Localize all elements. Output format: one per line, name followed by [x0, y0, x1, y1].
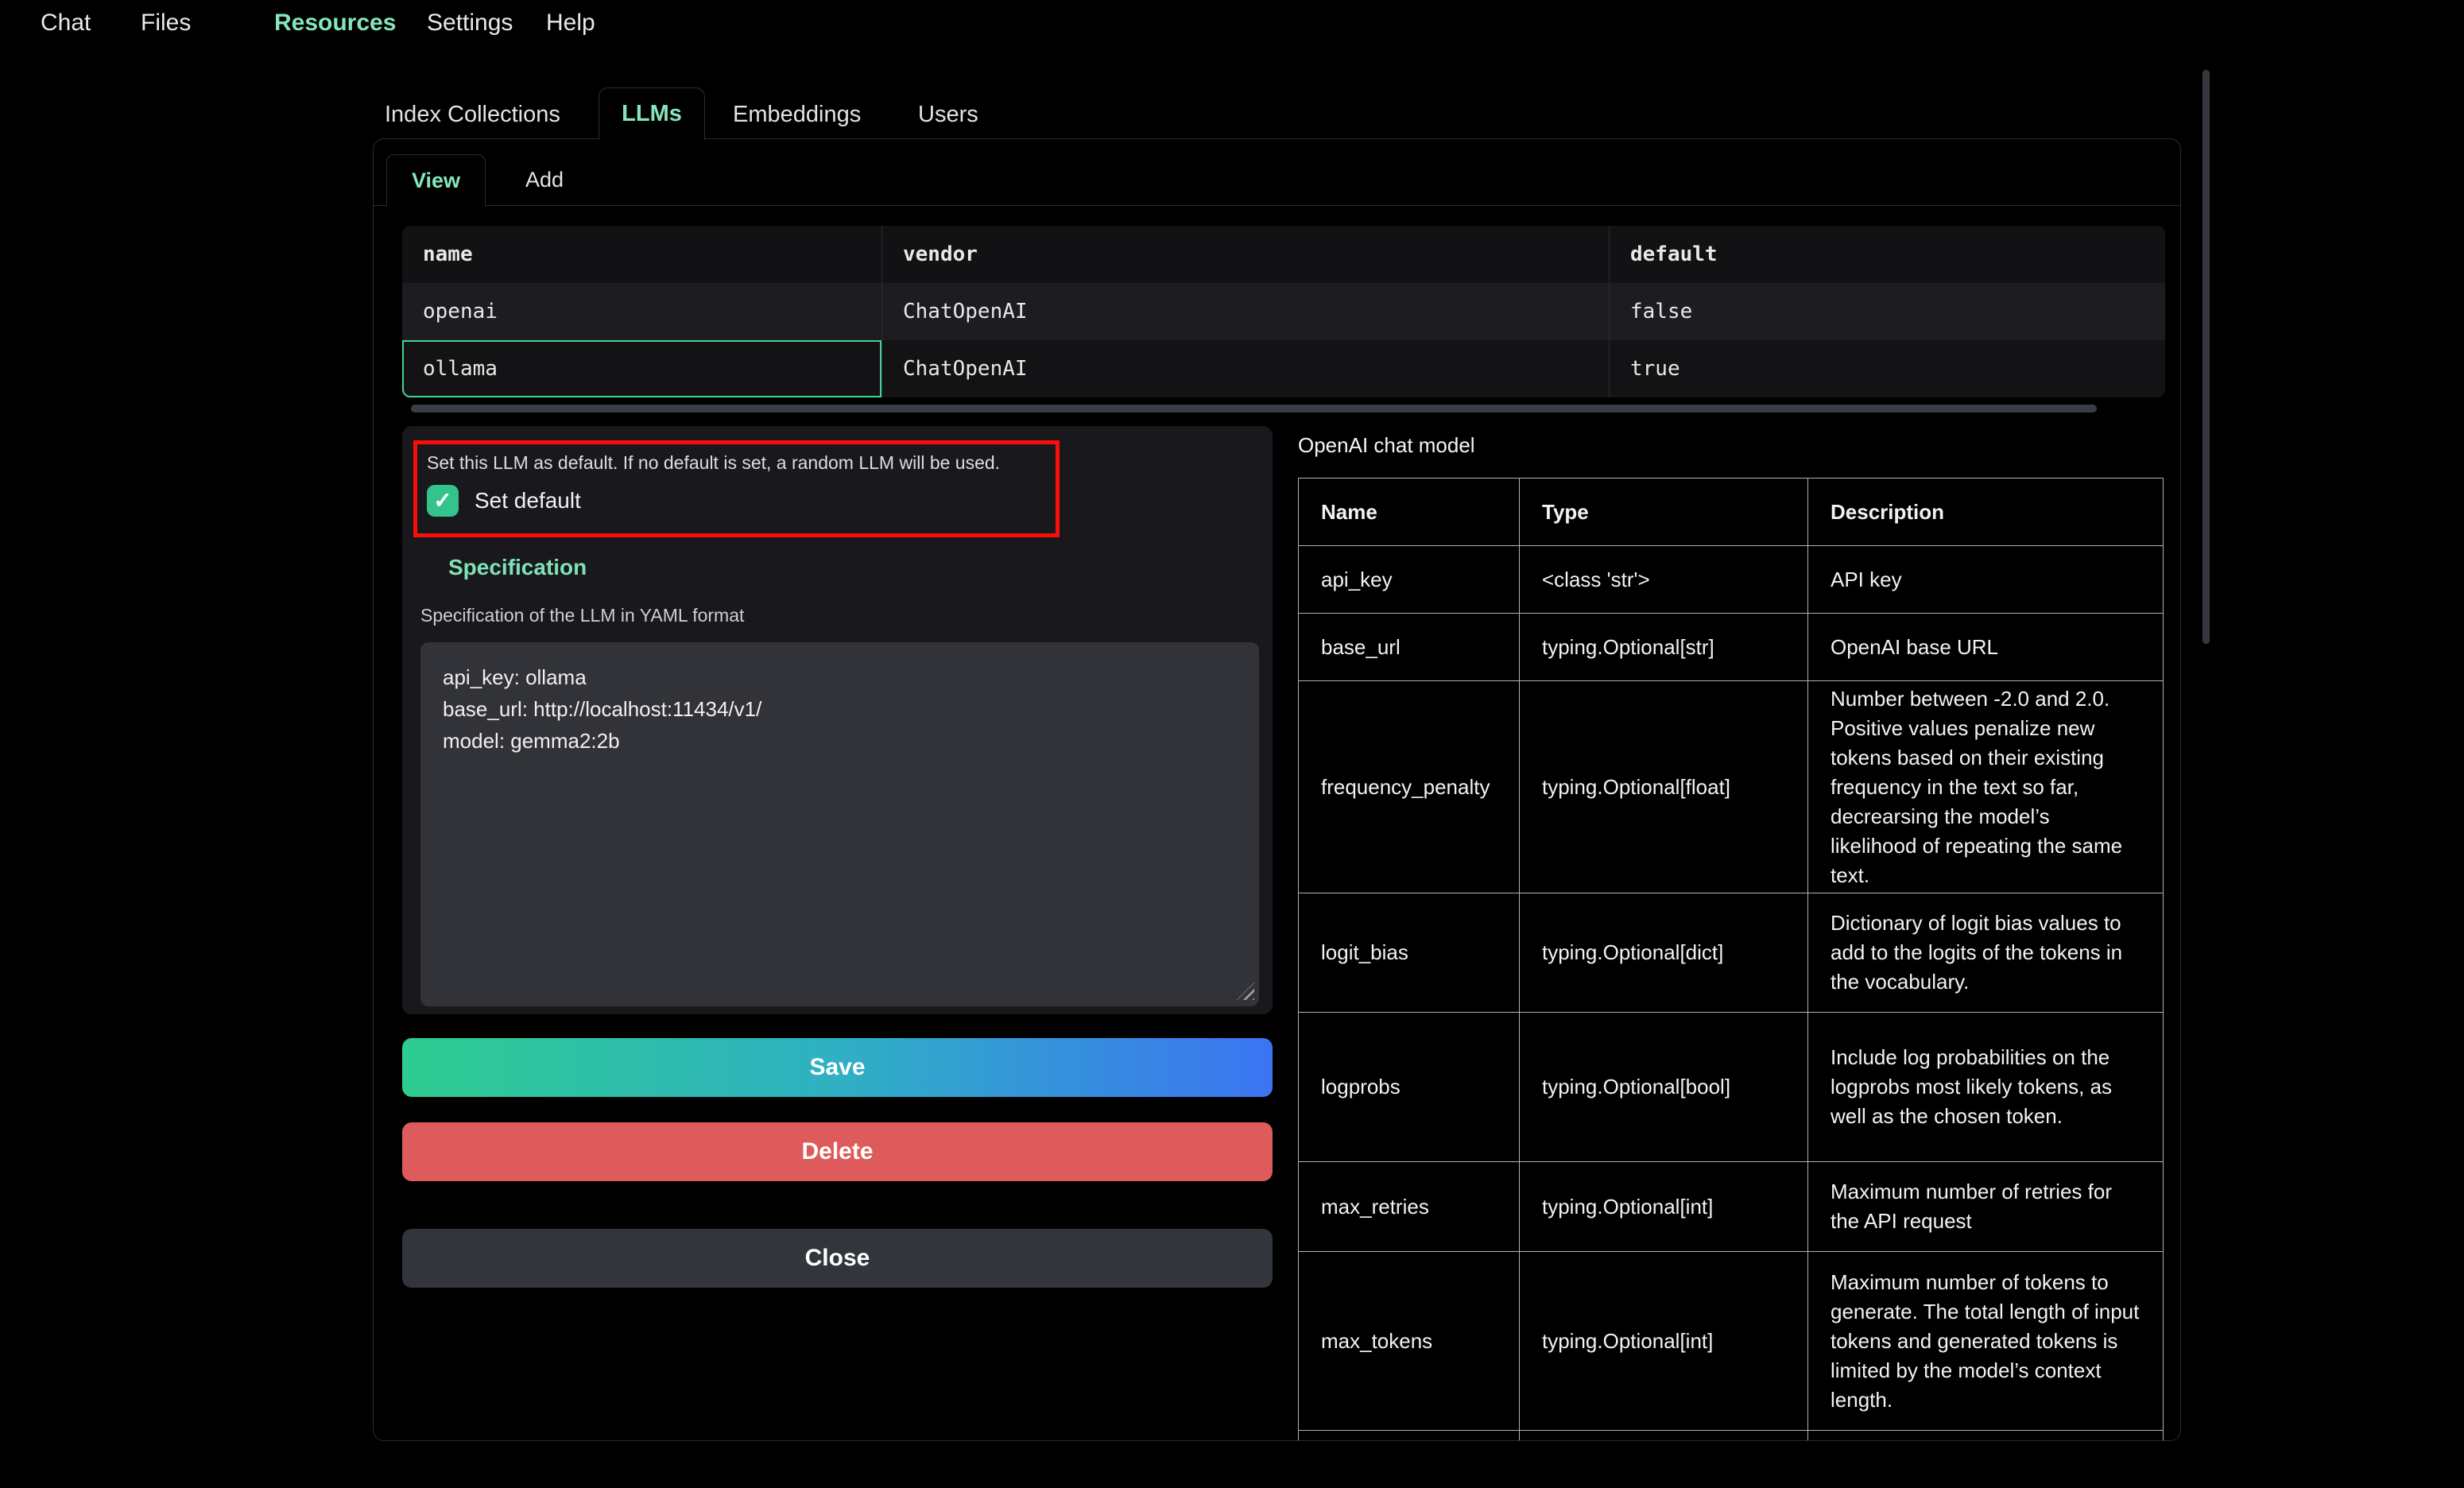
param-row-base-url: base_url typing.Optional[str] OpenAI bas…	[1299, 614, 2164, 681]
nav-item-chat[interactable]: Chat	[41, 10, 91, 37]
param-type: typing.Optional[dict]	[1520, 893, 1808, 1013]
param-name	[1299, 1431, 1520, 1442]
save-button[interactable]: Save	[402, 1038, 1273, 1097]
default-hint-text: Set this LLM as default. If no default i…	[427, 452, 1046, 474]
nav-item-settings[interactable]: Settings	[427, 10, 513, 37]
param-type: typing.Optional[int]	[1520, 1252, 1808, 1431]
specification-subtitle: Specification of the LLM in YAML format	[420, 605, 744, 626]
set-default-row: ✓ Set default	[427, 485, 1046, 517]
cell-vendor[interactable]: ChatOpenAI	[881, 340, 1609, 397]
nav-item-resources[interactable]: Resources	[274, 10, 396, 37]
param-desc: Dictionary of logit bias values to add t…	[1808, 893, 2164, 1013]
param-name: max_tokens	[1299, 1252, 1520, 1431]
param-name: base_url	[1299, 614, 1520, 681]
param-type	[1520, 1431, 1808, 1442]
subtab-divider	[374, 205, 2180, 206]
param-row-max-retries: max_retries typing.Optional[int] Maximum…	[1299, 1162, 2164, 1252]
param-desc: Maximum number of retries for the API re…	[1808, 1162, 2164, 1252]
param-name: api_key	[1299, 546, 1520, 614]
param-type: typing.Optional[bool]	[1520, 1013, 1808, 1162]
param-type: typing.Optional[str]	[1520, 614, 1808, 681]
close-button[interactable]: Close	[402, 1229, 1273, 1288]
param-desc: Maximum number of tokens to generate. Th…	[1808, 1252, 2164, 1431]
param-type: typing.Optional[int]	[1520, 1162, 1808, 1252]
param-row-frequency-penalty: frequency_penalty typing.Optional[float]…	[1299, 681, 2164, 893]
nav-item-files[interactable]: Files	[141, 10, 191, 37]
params-col-description: Description	[1808, 479, 2164, 546]
param-type: <class 'str'>	[1520, 546, 1808, 614]
param-name: max_retries	[1299, 1162, 1520, 1252]
param-row-logprobs: logprobs typing.Optional[bool] Include l…	[1299, 1013, 2164, 1162]
tab-llms[interactable]: LLMs	[599, 87, 705, 140]
set-default-checkbox[interactable]: ✓	[427, 485, 459, 517]
param-desc	[1808, 1431, 2164, 1442]
param-name: logprobs	[1299, 1013, 1520, 1162]
column-header-default: default	[1609, 226, 2165, 283]
column-header-vendor: vendor	[881, 226, 1609, 283]
param-desc: OpenAI base URL	[1808, 614, 2164, 681]
tab-users[interactable]: Users	[918, 102, 978, 128]
params-col-name: Name	[1299, 479, 1520, 546]
subtab-add[interactable]: Add	[501, 154, 588, 205]
table-row-openai[interactable]: openai ChatOpenAI false	[402, 283, 2165, 340]
specification-heading: Specification	[448, 555, 587, 580]
param-row-api-key: api_key <class 'str'> API key	[1299, 546, 2164, 614]
cell-vendor[interactable]: ChatOpenAI	[881, 283, 1609, 340]
cell-default[interactable]: false	[1609, 283, 2165, 340]
params-col-type: Type	[1520, 479, 1808, 546]
column-header-name: name	[402, 226, 881, 283]
param-desc: API key	[1808, 546, 2164, 614]
cell-default[interactable]: true	[1609, 340, 2165, 397]
nav-item-help[interactable]: Help	[546, 10, 595, 37]
param-row-max-tokens: max_tokens typing.Optional[int] Maximum …	[1299, 1252, 2164, 1431]
top-navigation: Chat Files Resources Settings Help	[0, 0, 2464, 46]
selected-cell-outline	[402, 340, 881, 397]
subtab-view[interactable]: View	[386, 154, 486, 207]
params-table: Name Type Description api_key <class 'st…	[1298, 478, 2164, 1441]
param-row-logit-bias: logit_bias typing.Optional[dict] Diction…	[1299, 893, 2164, 1013]
tab-index-collections[interactable]: Index Collections	[385, 102, 560, 128]
cell-name[interactable]: openai	[402, 283, 881, 340]
set-default-label: Set default	[475, 488, 581, 513]
vertical-scrollbar[interactable]	[2202, 70, 2210, 644]
llms-panel: View Add name vendor default openai Chat…	[373, 138, 2181, 1441]
horizontal-scrollbar[interactable]	[411, 405, 2097, 413]
param-name: frequency_penalty	[1299, 681, 1520, 893]
param-row-partial	[1299, 1431, 2164, 1442]
param-name: logit_bias	[1299, 893, 1520, 1013]
param-type: typing.Optional[float]	[1520, 681, 1808, 893]
param-desc: Number between -2.0 and 2.0. Positive va…	[1808, 681, 2164, 893]
llm-table-header: name vendor default	[402, 226, 2165, 283]
annotation-red-box: Set this LLM as default. If no default i…	[413, 440, 1060, 537]
delete-button[interactable]: Delete	[402, 1122, 1273, 1181]
param-desc: Include log probabilities on the logprob…	[1808, 1013, 2164, 1162]
llm-detail-card: Set this LLM as default. If no default i…	[402, 426, 1273, 1014]
yaml-spec-textarea[interactable]: api_key: ollama base_url: http://localho…	[420, 642, 1259, 1006]
params-header-row: Name Type Description	[1299, 479, 2164, 546]
tab-embeddings[interactable]: Embeddings	[733, 102, 861, 128]
params-panel-title: OpenAI chat model	[1298, 433, 1475, 458]
